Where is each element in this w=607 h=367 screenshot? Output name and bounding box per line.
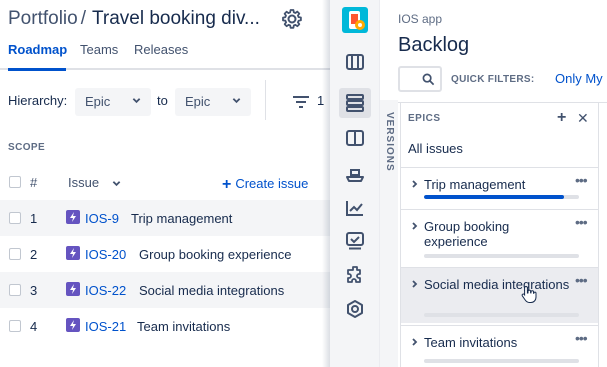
row-checkbox[interactable] [9, 284, 21, 296]
all-issues-filter[interactable]: All issues [408, 141, 463, 156]
epic-card-social-media[interactable]: Social media integrations ••• [401, 267, 598, 323]
scope-section-label: SCOPE [8, 142, 46, 153]
column-header-number: # [30, 175, 38, 190]
epic-icon [66, 318, 80, 332]
chevron-right-icon[interactable] [411, 180, 419, 188]
issue-key-link[interactable]: IOS-9 [85, 211, 119, 226]
gear-icon[interactable] [282, 9, 302, 29]
row-checkbox[interactable] [9, 212, 21, 224]
create-issue-button[interactable]: + Create issue [222, 175, 308, 193]
page-title: Portfolio / Travel booking div... [8, 8, 260, 30]
issue-key-link[interactable]: IOS-22 [85, 283, 126, 298]
settings-icon[interactable] [345, 299, 365, 319]
hierarchy-from-select[interactable]: Epic [75, 88, 151, 116]
hierarchy-to-select[interactable]: Epic [175, 88, 251, 116]
epic-icon [66, 210, 80, 224]
issue-summary: Group booking experience [139, 247, 292, 262]
page-title-backlog: Backlog [398, 34, 470, 56]
epic-name: Team invitations [424, 335, 518, 350]
epics-panel-title: EPICS [408, 113, 441, 124]
close-icon[interactable]: ✕ [577, 110, 589, 127]
epic-progress-bar [424, 313, 579, 317]
breadcrumb-portfolio[interactable]: Portfolio [8, 8, 78, 29]
epic-progress-fill [424, 195, 564, 199]
hierarchy-to-label: to [157, 93, 168, 108]
chevron-down-icon [132, 98, 141, 104]
issue-summary: Trip management [131, 211, 233, 226]
row-checkbox[interactable] [9, 248, 21, 260]
project-avatar[interactable] [342, 7, 368, 33]
reports-icon[interactable] [345, 198, 365, 218]
epic-progress-bar [424, 195, 579, 199]
columns-icon[interactable] [345, 128, 365, 148]
row-number: 4 [30, 319, 38, 334]
epic-card-trip-management[interactable]: Trip management ••• [401, 167, 598, 203]
add-epic-button[interactable]: + [557, 109, 566, 127]
active-tab-indicator [8, 68, 66, 71]
more-icon[interactable]: ••• [575, 172, 588, 188]
search-icon [422, 73, 435, 86]
components-icon[interactable] [345, 265, 365, 285]
project-sidebar [330, 0, 380, 367]
plus-icon: + [222, 176, 232, 193]
hand-cursor-icon [521, 285, 537, 303]
chevron-right-icon[interactable] [411, 222, 419, 230]
row-checkbox[interactable] [9, 320, 21, 332]
filter-icon[interactable] [293, 96, 309, 108]
create-issue-label: Create issue [235, 176, 309, 191]
toolbar-divider [265, 80, 266, 120]
more-icon[interactable]: ••• [575, 272, 588, 288]
chevron-right-icon[interactable] [411, 280, 419, 288]
more-icon[interactable]: ••• [575, 214, 588, 230]
epic-name: Social media integrations [424, 277, 570, 292]
quick-filter-only-my[interactable]: Only My [555, 71, 603, 86]
epic-icon [66, 282, 80, 296]
tab-teams[interactable]: Teams [80, 42, 118, 57]
quick-filters-label: QUICK FILTERS: [451, 74, 535, 85]
breadcrumb-separator: / [80, 8, 86, 29]
tab-bar: Roadmap Teams Releases [0, 42, 330, 70]
row-number: 2 [30, 247, 38, 262]
epic-name: Group booking experience [424, 219, 510, 249]
epic-name: Trip management [424, 177, 526, 192]
plan-name[interactable]: Travel booking div... [92, 8, 260, 29]
portfolio-panel: Portfolio / Travel booking div... Roadmap … [0, 0, 330, 367]
select-all-checkbox[interactable] [9, 176, 21, 188]
hierarchy-label: Hierarchy: [8, 93, 68, 108]
table-row[interactable]: 1 IOS-9 Trip management [0, 200, 330, 236]
epic-progress-bar [424, 359, 579, 363]
chevron-down-icon [232, 98, 241, 104]
table-row[interactable]: 3 IOS-22 Social media integrations [0, 272, 330, 308]
epics-panel: EPICS + ✕ All issues Trip management •••… [400, 103, 599, 367]
tab-releases[interactable]: Releases [134, 42, 188, 57]
chevron-down-icon[interactable] [112, 179, 121, 188]
column-header-issue[interactable]: Issue [68, 175, 99, 190]
epic-progress-bar [424, 254, 579, 258]
issue-key-link[interactable]: IOS-20 [85, 247, 126, 262]
search-input[interactable] [398, 66, 442, 92]
tab-roadmap[interactable]: Roadmap [8, 42, 67, 57]
project-name[interactable]: IOS app [398, 12, 442, 26]
table-row[interactable]: 2 IOS-20 Group booking experience [0, 236, 330, 272]
hierarchy-from-value: Epic [85, 94, 111, 109]
issue-summary: Team invitations [137, 319, 231, 334]
issue-key-link[interactable]: IOS-21 [85, 319, 126, 334]
board-icon[interactable] [345, 52, 365, 72]
row-number: 3 [30, 283, 38, 298]
chevron-right-icon[interactable] [411, 338, 419, 346]
epic-icon [66, 246, 80, 260]
row-number: 1 [30, 211, 38, 226]
epic-card-group-booking[interactable]: Group booking experience ••• [401, 209, 598, 261]
issue-summary: Social media integrations [139, 283, 285, 298]
table-row[interactable]: 4 IOS-21 Team invitations [0, 308, 330, 344]
scope-header-row: # Issue + Create issue [0, 168, 330, 196]
more-icon[interactable]: ••• [575, 330, 588, 346]
epic-card-team-invitations[interactable]: Team invitations ••• [401, 325, 598, 367]
releases-icon[interactable] [345, 164, 365, 184]
hierarchy-to-value: Epic [185, 94, 211, 109]
versions-toggle[interactable]: VERSIONS [384, 112, 395, 172]
backlog-icon[interactable] [345, 93, 365, 113]
issues-icon[interactable] [345, 231, 365, 251]
